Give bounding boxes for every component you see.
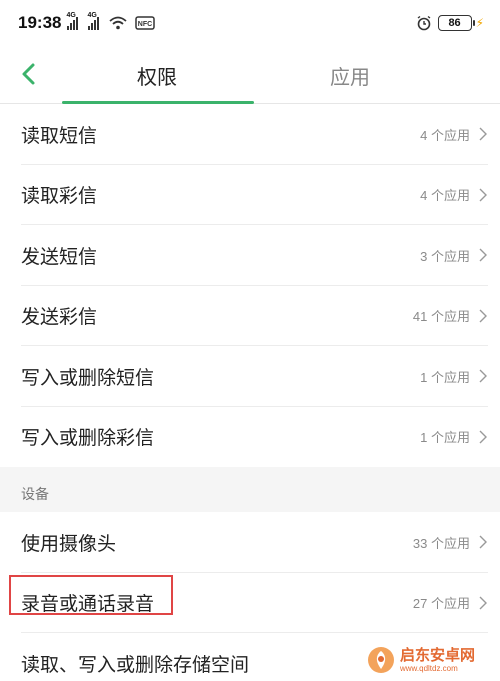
chevron-right-icon xyxy=(479,369,487,383)
alarm-icon xyxy=(416,15,432,31)
watermark-logo-icon xyxy=(368,647,394,673)
app-count: 3 个应用 xyxy=(420,248,470,264)
permission-list: 读取短信 4 个应用 读取彩信 4 个应用 发送短信 3 个应用 发送彩信 41… xyxy=(0,104,500,681)
watermark-url: www.qdltdz.com xyxy=(400,663,458,673)
permission-label: 发送短信 xyxy=(21,245,98,268)
permission-row-camera[interactable]: 使用摄像头 33 个应用 xyxy=(0,512,500,573)
battery-icon: 86 xyxy=(437,15,475,31)
app-count: 4 个应用 xyxy=(420,188,470,204)
permission-label: 使用摄像头 xyxy=(21,532,117,555)
back-arrow-icon xyxy=(22,63,35,85)
tab-apps[interactable]: 应用 xyxy=(255,46,445,104)
permission-row-write-mms[interactable]: 写入或删除彩信 1 个应用 xyxy=(0,407,500,468)
permission-row-read-sms[interactable]: 读取短信 4 个应用 xyxy=(0,104,500,165)
permission-row-send-mms[interactable]: 发送彩信 41 个应用 xyxy=(0,286,500,347)
chevron-right-icon xyxy=(479,127,487,141)
nfc-label: NFC xyxy=(138,21,152,28)
app-count: 1 个应用 xyxy=(420,369,470,385)
section-header-device: 设备 xyxy=(0,467,500,512)
permission-label: 读取短信 xyxy=(21,124,98,147)
status-bar: 19:38 4G 4G NFC 86 ⚡ xyxy=(0,0,500,46)
chevron-right-icon xyxy=(479,596,487,610)
permission-row-send-sms[interactable]: 发送短信 3 个应用 xyxy=(0,225,500,286)
chevron-right-icon xyxy=(479,188,487,202)
permission-row-read-mms[interactable]: 读取彩信 4 个应用 xyxy=(0,165,500,226)
chevron-right-icon xyxy=(479,535,487,549)
wifi-icon xyxy=(109,16,128,30)
permission-label: 写入或删除彩信 xyxy=(21,427,155,450)
app-count: 4 个应用 xyxy=(420,127,470,143)
chevron-right-icon xyxy=(479,248,487,262)
charging-icon: ⚡ xyxy=(475,16,484,30)
permission-row-record-audio[interactable]: 录音或通话录音 27 个应用 xyxy=(0,573,500,634)
status-time: 19:38 xyxy=(18,13,62,32)
status-right: 86 ⚡ xyxy=(416,15,484,31)
permission-label: 录音或通话录音 xyxy=(21,593,155,616)
permission-label: 读取、写入或删除存储空间 xyxy=(21,653,250,676)
watermark-text: 启东安卓网 www.qdltdz.com xyxy=(400,645,476,673)
permission-row-write-sms[interactable]: 写入或删除短信 1 个应用 xyxy=(0,346,500,407)
app-count: 1 个应用 xyxy=(420,430,470,446)
tab-header: 权限 应用 xyxy=(0,46,500,104)
chevron-right-icon xyxy=(479,430,487,444)
app-count: 41 个应用 xyxy=(412,309,470,325)
chevron-right-icon xyxy=(479,309,487,323)
permission-label: 写入或删除短信 xyxy=(21,366,155,389)
watermark-name: 启东安卓网 xyxy=(400,645,476,664)
tab-permissions[interactable]: 权限 xyxy=(62,46,252,104)
back-button[interactable] xyxy=(10,56,46,92)
app-count: 33 个应用 xyxy=(412,535,470,551)
watermark: 启东安卓网 www.qdltdz.com xyxy=(366,643,494,677)
permission-label: 发送彩信 xyxy=(21,306,98,329)
signal-tag: 4G xyxy=(87,12,97,19)
section-title: 设备 xyxy=(21,487,49,503)
signal-icon: 4G xyxy=(66,12,79,30)
nfc-icon: NFC xyxy=(135,15,156,31)
app-count: 27 个应用 xyxy=(412,596,470,612)
signal-tag: 4G xyxy=(66,12,76,19)
signal-icon: 4G xyxy=(87,12,100,30)
permission-label: 读取彩信 xyxy=(21,185,98,208)
status-left: 19:38 4G 4G NFC xyxy=(18,12,156,33)
